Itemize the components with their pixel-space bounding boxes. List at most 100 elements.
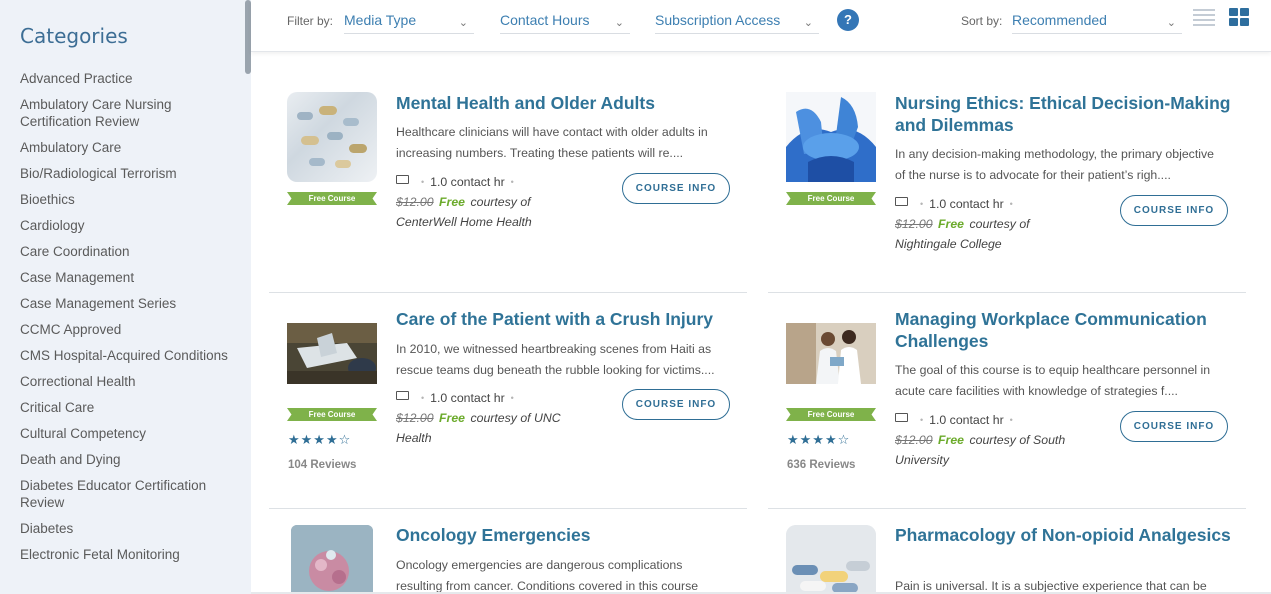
category-item[interactable]: Ambulatory Care [20,139,235,156]
separator-dot: • [510,177,514,187]
course-description: In 2010, we witnessed heartbreaking scen… [396,342,715,377]
chevron-down-icon: ⌄ [1166,17,1176,29]
category-item[interactable]: Case Management Series [20,295,235,312]
card-divider [768,508,1246,509]
course-meta: • 1.0 contact hr • [396,172,520,193]
free-label: Free [938,433,965,447]
course-price: $12.00 Free courtesy of Nightingale Coll… [895,214,1085,254]
course-meta: • 1.0 contact hr • [895,194,1019,215]
contact-hours: 1.0 contact hr [430,391,505,405]
course-title[interactable]: Oncology Emergencies [396,524,736,546]
monitor-icon [396,175,409,184]
course-thumbnail[interactable] [291,525,373,594]
help-icon[interactable]: ? [837,9,859,31]
category-item[interactable]: Bioethics [20,191,235,208]
category-item[interactable]: Care Coordination [20,243,235,260]
course-description: Healthcare clinicians will have contact … [396,125,708,160]
sort-select[interactable]: Recommended ⌄ [1012,8,1182,34]
course-meta: • 1.0 contact hr • [895,410,1019,431]
course-title[interactable]: Managing Workplace Communication Challen… [895,308,1235,352]
old-price: $12.00 [396,411,434,425]
free-course-ribbon: Free Course [287,192,377,205]
category-item[interactable]: Advanced Practice [20,70,235,87]
monitor-icon [895,413,908,422]
course-info-button[interactable]: COURSE INFO [1120,411,1228,442]
course-card: Pharmacology of Non-opioid Analgesics Pa… [768,524,1248,594]
separator-dot: • [920,199,924,209]
courtesy-text: courtesy of [969,433,1030,447]
category-item[interactable]: Bio/Radiological Terrorism [20,165,235,182]
course-thumbnail[interactable] [786,92,876,182]
review-count[interactable]: 104 Reviews [288,459,356,471]
filter-label: Filter by: [287,14,334,28]
separator-dot: • [421,177,425,187]
review-count[interactable]: 636 Reviews [787,459,855,471]
courtesy-text: courtesy of [969,217,1030,231]
course-price: $12.00 Free courtesy of CenterWell Home … [396,192,586,232]
chevron-down-icon: ⌄ [458,17,468,29]
separator-dot: • [920,415,924,425]
course-thumbnail[interactable] [786,525,876,594]
category-item[interactable]: Cardiology [20,217,235,234]
category-item[interactable]: CCMC Approved [20,321,235,338]
course-info-button[interactable]: COURSE INFO [622,389,730,420]
course-card: Free Course ★★★★☆ 636 Reviews Managing W… [768,308,1248,508]
sidebar: Categories Advanced Practice Ambulatory … [0,0,251,594]
media-type-select[interactable]: Media Type ⌄ [344,8,474,34]
course-price: $12.00 Free courtesy of UNC Health [396,408,586,448]
provider-name: Nightingale College [895,237,1002,251]
course-description: Oncology emergencies are dangerous compl… [396,558,699,593]
contact-hours: 1.0 contact hr [929,197,1004,211]
separator-dot: • [1009,199,1013,209]
category-item[interactable]: Diabetes [20,520,235,537]
category-item[interactable]: Electronic Fetal Monitoring [20,546,235,563]
course-price: $12.00 Free courtesy of South University [895,430,1085,470]
old-price: $12.00 [895,217,933,231]
chevron-down-icon: ⌄ [614,17,624,29]
category-item[interactable]: Case Management [20,269,235,286]
subscription-access-value: Subscription Access [655,12,781,28]
card-divider [768,292,1246,293]
free-label: Free [439,411,466,425]
category-item[interactable]: CMS Hospital-Acquired Conditions [20,347,235,364]
subscription-access-select[interactable]: Subscription Access ⌄ [655,8,819,34]
grid-view-icon[interactable] [1229,8,1249,27]
course-title[interactable]: Mental Health and Older Adults [396,92,736,114]
old-price: $12.00 [895,433,933,447]
course-thumbnail[interactable] [287,92,377,182]
course-info-button[interactable]: COURSE INFO [622,173,730,204]
sort-label: Sort by: [961,14,1003,28]
category-item[interactable]: Correctional Health [20,373,235,390]
course-thumbnail[interactable] [287,323,377,384]
category-item[interactable]: Ambulatory Care Nursing Certification Re… [20,96,235,130]
sort-value: Recommended [1012,12,1107,28]
course-card: Free Course Mental Health and Older Adul… [269,92,749,292]
course-card: Free Course ★★★★☆ 104 Reviews Care of th… [269,308,749,508]
contact-hours-select[interactable]: Contact Hours ⌄ [500,8,630,34]
separator-dot: • [510,393,514,403]
free-course-ribbon: Free Course [287,408,377,421]
card-divider [269,292,747,293]
media-type-value: Media Type [344,12,417,28]
course-card: Oncology Emergencies Oncology emergencie… [269,524,749,594]
category-item[interactable]: Critical Care [20,399,235,416]
course-title[interactable]: Nursing Ethics: Ethical Decision-Making … [895,92,1235,136]
category-item[interactable]: Cultural Competency [20,425,235,442]
sidebar-title: Categories [20,24,128,48]
list-view-icon[interactable] [1193,9,1215,26]
filter-bar: Filter by: Media Type ⌄ Contact Hours ⌄ … [251,0,1271,52]
free-course-ribbon: Free Course [786,192,876,205]
category-list: Advanced Practice Ambulatory Care Nursin… [20,70,235,563]
free-label: Free [938,217,965,231]
category-item[interactable]: Death and Dying [20,451,235,468]
category-item[interactable]: Diabetes Educator Certification Review [20,477,235,511]
contact-hours: 1.0 contact hr [430,175,505,189]
course-info-button[interactable]: COURSE INFO [1120,195,1228,226]
course-title[interactable]: Pharmacology of Non-opioid Analgesics [895,524,1235,546]
separator-dot: • [421,393,425,403]
courtesy-text: courtesy of [470,195,531,209]
old-price: $12.00 [396,195,434,209]
course-thumbnail[interactable] [786,323,876,384]
course-title[interactable]: Care of the Patient with a Crush Injury [396,308,736,330]
chevron-down-icon: ⌄ [803,17,813,29]
